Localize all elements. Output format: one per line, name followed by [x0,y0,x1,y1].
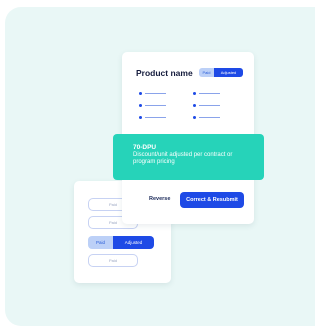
list-item [193,116,220,119]
paid-option[interactable]: Paid [88,236,113,249]
paid-field-3[interactable]: Paid [88,254,138,267]
list-item [193,92,220,95]
product-toggle[interactable]: Paid Adjusted [199,68,243,77]
adjusted-option[interactable]: Adjusted [214,68,243,77]
correct-resubmit-button[interactable]: Correct & Resubmit [180,192,244,208]
callout-title: 70-DPU [133,144,157,151]
paid-option[interactable]: Paid [199,68,214,77]
list-item [193,104,220,107]
callout-body: Discount/unit adjusted per contract or p… [133,152,233,165]
list-item [139,92,166,95]
list-item [139,104,166,107]
back-card-toggle[interactable]: Paid Adjusted [88,236,154,249]
adjusted-option[interactable]: Adjusted [113,236,154,249]
pricing-callout: 70-DPU Discount/unit adjusted per contra… [113,134,264,180]
product-title: Product name [136,68,193,78]
list-item [139,116,166,119]
reverse-button[interactable]: Reverse [149,196,170,202]
